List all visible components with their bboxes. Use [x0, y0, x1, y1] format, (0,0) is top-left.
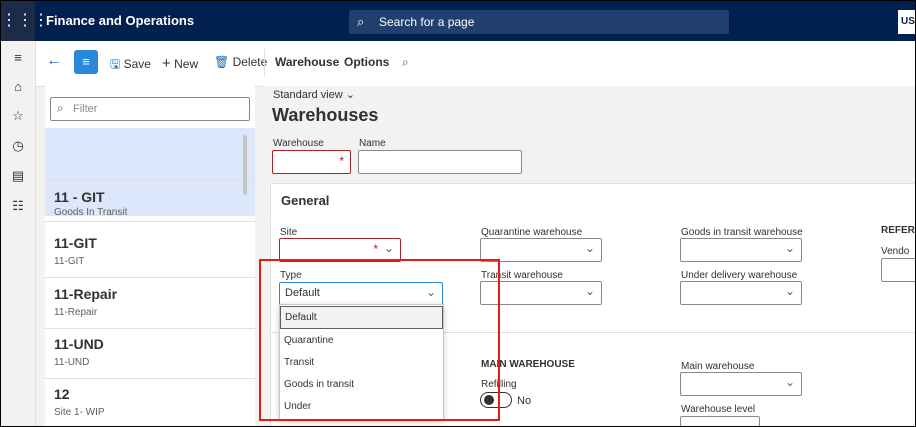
- git-warehouse-label: Goods in transit warehouse: [681, 227, 803, 238]
- warehouse-field[interactable]: *: [272, 150, 351, 174]
- list-item-title: 11-GIT: [54, 235, 97, 251]
- refilling-value: No: [517, 395, 532, 407]
- warehouse-label: Warehouse: [273, 138, 324, 149]
- search-icon: ⌕: [57, 101, 64, 115]
- list-pane: ⌕ Filter 11 - GIT Goods In Transit 11-GI…: [45, 86, 255, 426]
- back-arrow-icon[interactable]: ←: [46, 52, 62, 70]
- general-header[interactable]: General: [270, 183, 915, 219]
- main-warehouse-field[interactable]: ⌄: [680, 372, 802, 396]
- vendor-field[interactable]: [881, 258, 915, 282]
- chevron-down-icon: ⌄: [584, 284, 595, 298]
- main-warehouse-label: Main warehouse: [681, 361, 755, 372]
- name-label: Name: [359, 138, 386, 149]
- filter-input[interactable]: ⌕ Filter: [50, 97, 250, 121]
- app-window: ⋮⋮⋮ Finance and Operations ⌕ Search for …: [0, 0, 916, 427]
- list-item[interactable]: 12 Site 1- WIP: [45, 378, 255, 426]
- list-scrollbar[interactable]: [243, 135, 247, 195]
- action-bar: ← ≡ 🖫 Save + New 🗑 Delete Warehouse Opti…: [36, 41, 915, 87]
- filter-placeholder: Filter: [73, 103, 98, 115]
- search-box[interactable]: ⌕ Search for a page: [349, 10, 729, 34]
- list-item-title: 12: [54, 386, 70, 402]
- save-label: Save: [123, 57, 151, 71]
- list-item-subtitle: 11-UND: [54, 357, 90, 368]
- list-item[interactable]: 11 - GIT Goods In Transit: [45, 180, 255, 222]
- user-avatar[interactable]: US: [898, 10, 915, 34]
- chevron-down-icon: ⌄: [584, 241, 595, 255]
- chevron-down-icon: ⌄: [383, 241, 394, 255]
- list-item-subtitle: 11-GIT: [54, 256, 85, 267]
- top-bar: ⋮⋮⋮ Finance and Operations ⌕ Search for …: [1, 1, 915, 41]
- vendor-label: Vendo: [881, 246, 910, 257]
- plus-icon: +: [162, 55, 171, 72]
- warehouse-menu[interactable]: Warehouse: [275, 55, 339, 69]
- chevron-down-icon: ⌄: [784, 241, 795, 255]
- required-icon: *: [373, 242, 378, 256]
- highlight-box: [259, 259, 500, 421]
- delete-button[interactable]: 🗑 Delete: [214, 55, 267, 69]
- delete-label: Delete: [232, 55, 268, 69]
- list-item[interactable]: 11-UND 11-UND: [45, 328, 255, 379]
- site-label: Site: [280, 227, 298, 238]
- new-button[interactable]: + New: [162, 55, 198, 72]
- warehouse-level-field[interactable]: [680, 416, 760, 426]
- under-delivery-field[interactable]: ⌄: [680, 281, 802, 305]
- chevron-down-icon: ⌄: [784, 375, 795, 389]
- save-icon: 🖫: [110, 57, 121, 71]
- star-icon[interactable]: ☆: [9, 107, 27, 125]
- chevron-down-icon: ⌄: [784, 284, 795, 298]
- app-launcher-icon[interactable]: ⋮⋮⋮: [1, 1, 49, 41]
- list-view-icon[interactable]: ≡: [74, 50, 98, 74]
- required-icon: *: [339, 154, 344, 168]
- options-menu[interactable]: Options: [344, 55, 389, 69]
- under-delivery-label: Under delivery warehouse: [681, 270, 798, 281]
- search-icon: ⌕: [357, 14, 365, 29]
- new-label: New: [174, 57, 199, 71]
- modules-icon[interactable]: ☷: [9, 197, 27, 215]
- warehouse-level-label: Warehouse level: [681, 404, 756, 415]
- hamburger-icon[interactable]: ≡: [9, 49, 27, 67]
- view-label: Standard view: [273, 89, 343, 101]
- list-item[interactable]: 11-GIT 11-GIT: [45, 227, 255, 278]
- list-item[interactable]: 11-Repair 11-Repair: [45, 278, 255, 329]
- refer-heading: REFER: [881, 225, 915, 236]
- page-title: Warehouses: [272, 105, 379, 125]
- app-name[interactable]: Finance and Operations: [46, 13, 194, 28]
- divider: [264, 49, 265, 77]
- list-item-subtitle: 11-Repair: [54, 307, 98, 318]
- list-item-subtitle: Site 1- WIP: [54, 407, 105, 418]
- search-icon[interactable]: ⌕: [402, 55, 409, 70]
- workspace-icon[interactable]: ▤: [9, 167, 27, 185]
- home-icon[interactable]: ⌂: [9, 78, 27, 96]
- view-selector[interactable]: Standard view ⌄: [273, 88, 355, 101]
- list-item-title: 11-Repair: [54, 286, 118, 302]
- quarantine-label: Quarantine warehouse: [481, 227, 583, 238]
- trash-icon: 🗑: [214, 55, 230, 69]
- list-item-title: 11 - GIT: [54, 189, 105, 205]
- chevron-down-icon: ⌄: [345, 89, 355, 101]
- git-warehouse-field[interactable]: ⌄: [680, 238, 802, 262]
- search-placeholder: Search for a page: [379, 15, 475, 29]
- left-nav: ≡ ⌂ ☆ ◷ ▤ ☷: [1, 41, 36, 426]
- list-item-subtitle: Goods In Transit: [54, 207, 128, 218]
- list-item-title: 11-UND: [54, 336, 104, 352]
- general-title: General: [281, 193, 330, 208]
- name-field[interactable]: [358, 150, 522, 174]
- save-button[interactable]: 🖫 Save: [110, 55, 151, 76]
- clock-icon[interactable]: ◷: [9, 137, 27, 155]
